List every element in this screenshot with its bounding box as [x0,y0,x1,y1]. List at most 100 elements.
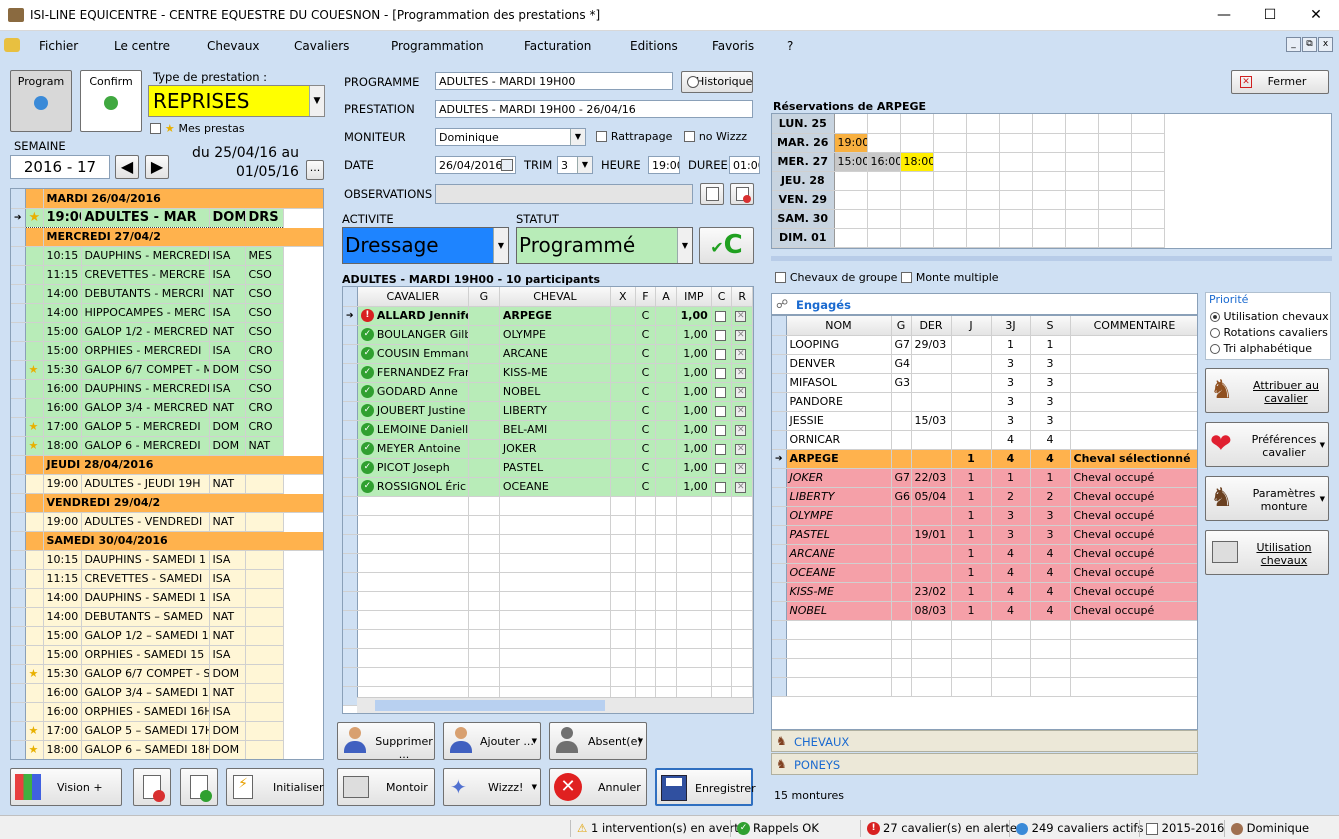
r-checkbox[interactable]: ✕ [731,344,753,364]
row-indicator[interactable] [772,506,787,526]
row-indicator[interactable] [772,411,787,431]
row-indicator[interactable] [343,344,358,364]
mdi-restore-icon[interactable]: ⧉ [1302,37,1317,52]
remove-doc-button[interactable] [133,768,171,806]
prestation-row[interactable]: 15:00 GALOP 1/2 – SAMEDI 1 NAT [11,626,323,646]
chevaux-groupe-checkbox[interactable]: Chevaux de groupe [775,270,897,284]
engages-tab[interactable]: ☍ Engagés [771,293,1198,315]
horse-row[interactable]: ➔ ARPEGE 1 4 4 Cheval sélectionné [772,449,1197,469]
reservation-slot[interactable]: 15:00 [834,152,868,172]
confirm-statut-button[interactable]: ✔C [699,227,754,264]
ajouter-button[interactable]: Ajouter ... ▼ [443,722,541,760]
horse-row[interactable]: OCEANE 1 4 4 Cheval occupé [772,563,1197,583]
row-indicator[interactable] [11,379,26,399]
prestation-row[interactable]: 16:00 ORPHIES - SAMEDI 16H ISA [11,702,323,722]
reservation-slot[interactable] [1065,171,1099,191]
reservation-slot[interactable] [900,171,934,191]
reservation-slot[interactable] [900,114,934,134]
row-indicator[interactable] [11,284,26,304]
row-indicator[interactable] [11,417,26,437]
prestation-row[interactable]: 15:00 ORPHIES - SAMEDI 15 ISA [11,645,323,665]
reservation-slot[interactable] [933,228,967,248]
participant-row[interactable]: ➔! ALLARD Jennifer ARPEGE C 1,00 ✕ [343,306,753,326]
horse-row[interactable]: JOKER G7 22/03 1 1 1 Cheval occupé [772,468,1197,488]
participant-row[interactable]: ✓ FERNANDEZ Franc KISS-ME C 1,00 ✕ [343,363,753,383]
column-header[interactable]: J [951,316,992,336]
chevaux-tab[interactable]: ♞ CHEVAUX [771,730,1198,752]
menu-chevaux[interactable]: Chevaux [207,39,260,53]
menu-favoris[interactable]: Favoris [712,39,754,53]
mdi-minimize-icon[interactable]: _ [1286,37,1301,52]
reservation-slot[interactable] [966,133,1000,153]
reservation-slot[interactable] [1098,114,1132,134]
column-header[interactable]: G [891,316,912,336]
reservation-slot[interactable] [1098,209,1132,229]
activite-select[interactable]: Dressage ▼ [342,227,509,264]
r-checkbox[interactable]: ✕ [731,477,753,497]
vision-button[interactable]: Vision + [10,768,122,806]
reservation-slot[interactable] [1065,209,1099,229]
reservation-slot[interactable] [933,133,967,153]
row-indicator[interactable] [343,325,358,345]
participant-row[interactable]: ✓BOULANGER Gilber OLYMPE C 1,00 ✕ [343,325,753,345]
reservation-slot[interactable] [900,190,934,210]
reservation-slot[interactable] [867,133,901,153]
observations-field[interactable] [435,184,693,204]
reservation-slot[interactable] [933,114,967,134]
reservation-slot[interactable] [933,209,967,229]
status-user[interactable]: Dominique [1224,820,1309,837]
column-header[interactable]: DER [911,316,952,336]
menu-fichier[interactable]: Fichier [39,39,78,53]
row-indicator[interactable] [772,563,787,583]
utilisation-button[interactable]: Utilisation chevaux [1205,530,1329,575]
row-indicator[interactable] [772,544,787,564]
horse-row[interactable]: PASTEL 19/01 1 3 3 Cheval occupé [772,525,1197,545]
maximize-icon[interactable]: ☐ [1247,0,1293,31]
column-header[interactable]: X [610,287,636,307]
row-indicator[interactable] [343,382,358,402]
reservation-slot[interactable]: 18:00 [900,152,934,172]
annuler-button[interactable]: ✕ Annuler [549,768,647,806]
heure-field[interactable]: 19:00 [648,156,680,174]
prestation-row[interactable]: 16:00 DAUPHINS - MERCREDI ISA CSO [11,379,323,399]
r-checkbox[interactable]: ✕ [731,401,753,421]
rattrapage-checkbox[interactable]: Rattrapage [596,129,672,143]
column-header[interactable]: CAVALIER [357,287,470,307]
prestation-field[interactable]: ADULTES - MARDI 19H00 - 26/04/16 [435,100,753,118]
reservation-slot[interactable] [1032,209,1066,229]
add-doc-button[interactable] [180,768,218,806]
attribuer-button[interactable]: ♞ Attribuer au cavalier [1205,368,1329,413]
program-button[interactable]: Program [10,70,72,132]
participant-row[interactable]: ✓ PICOT Joseph PASTEL C 1,00 ✕ [343,458,753,478]
prev-week-button[interactable]: ◀ [115,155,139,179]
row-indicator[interactable] [772,582,787,602]
duree-field[interactable]: 01:00 [729,156,760,174]
prestation-row[interactable]: 19:00 ADULTES - JEUDI 19H NAT [11,474,323,494]
c-checkbox[interactable] [711,401,733,421]
reservation-slot[interactable] [966,114,1000,134]
semaine-field[interactable]: 2016 - 17 [10,155,110,179]
reservation-slot[interactable] [933,190,967,210]
reservation-slot[interactable] [900,133,934,153]
reservation-slot[interactable] [1032,228,1066,248]
prestation-row[interactable]: 10:15 DAUPHINS - SAMEDI 1 ISA [11,550,323,570]
row-indicator[interactable] [343,477,358,497]
prestation-row[interactable]: 15:00 GALOP 1/2 - MERCRED NAT CSO [11,322,323,342]
row-indicator[interactable] [772,392,787,412]
prestation-row[interactable]: 19:00 ADULTES - VENDREDI NAT [11,512,323,532]
reservation-slot[interactable] [1032,114,1066,134]
column-header[interactable]: COMMENTAIRE [1070,316,1197,336]
r-checkbox[interactable]: ✕ [731,325,753,345]
row-indicator[interactable] [11,721,26,741]
day-header-row[interactable]: MERCREDI 27/04/2 [11,227,323,247]
status-cavaliers[interactable]: 249 cavaliers actifs [1009,820,1143,837]
c-checkbox[interactable] [711,458,733,478]
horse-row[interactable]: NOBEL 08/03 1 4 4 Cheval occupé [772,601,1197,621]
column-header[interactable]: IMP [676,287,712,307]
reservation-slot[interactable] [1065,114,1099,134]
prestation-row[interactable]: 11:15 CREVETTES - SAMEDI ISA [11,569,323,589]
column-header[interactable]: S [1030,316,1071,336]
horses-grid[interactable]: NOM G DER J 3J S COMMENTAIRE LOOPING G7 29/03 1 1 D… [771,315,1198,730]
reservation-slot[interactable] [1098,152,1132,172]
reservation-slot[interactable] [999,152,1033,172]
